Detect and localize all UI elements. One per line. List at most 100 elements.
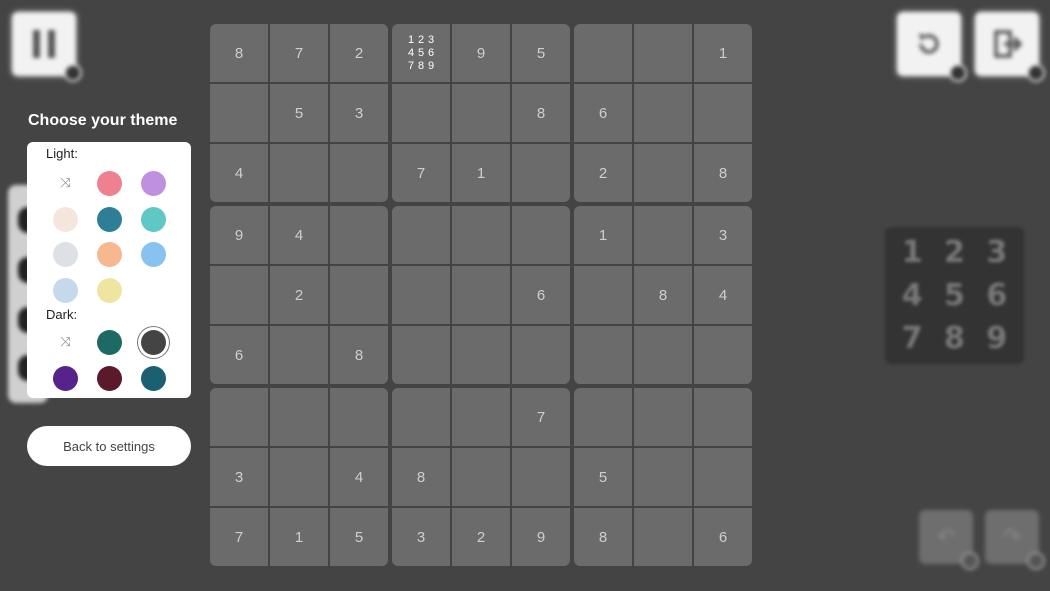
board-cell[interactable]: 7 bbox=[512, 388, 570, 446]
numpad-key[interactable]: 7 bbox=[891, 317, 933, 360]
board-cell[interactable] bbox=[330, 388, 388, 446]
board-cell[interactable] bbox=[452, 84, 510, 142]
theme-swatch-pastel-rainbow[interactable] bbox=[53, 277, 78, 303]
board-cell[interactable]: 6 bbox=[574, 84, 632, 142]
board-cell[interactable]: 5 bbox=[330, 508, 388, 566]
board-cell[interactable] bbox=[694, 84, 752, 142]
board-cell[interactable] bbox=[634, 24, 692, 82]
board-cell[interactable] bbox=[634, 326, 692, 384]
board-cell[interactable]: 3 bbox=[330, 84, 388, 142]
board-cell[interactable] bbox=[634, 508, 692, 566]
shuffle-icon[interactable]: ⤨ bbox=[53, 330, 78, 355]
restart-button[interactable] bbox=[897, 12, 967, 82]
pause-button[interactable] bbox=[12, 12, 82, 82]
board-cell[interactable] bbox=[452, 448, 510, 506]
theme-swatch-aqua[interactable] bbox=[141, 206, 166, 232]
board-cell[interactable]: 8 bbox=[574, 508, 632, 566]
board-cell[interactable]: 5 bbox=[270, 84, 328, 142]
board-cell[interactable] bbox=[392, 326, 450, 384]
board-cell[interactable]: 9 bbox=[512, 508, 570, 566]
board-cell[interactable]: 6 bbox=[694, 508, 752, 566]
board-cell[interactable] bbox=[512, 448, 570, 506]
numpad-key[interactable]: 9 bbox=[976, 317, 1018, 360]
board-cell[interactable]: 8 bbox=[330, 326, 388, 384]
board-cell[interactable]: 7 bbox=[210, 508, 268, 566]
board-cell[interactable]: 4 bbox=[210, 144, 268, 202]
board-cell[interactable] bbox=[210, 266, 268, 324]
board-cell[interactable] bbox=[694, 448, 752, 506]
board-cell[interactable]: 8 bbox=[694, 144, 752, 202]
theme-swatch-peach[interactable] bbox=[97, 242, 122, 267]
board-cell[interactable] bbox=[512, 144, 570, 202]
board-cell[interactable]: 7 bbox=[270, 24, 328, 82]
board-cell[interactable] bbox=[574, 388, 632, 446]
board-cell[interactable] bbox=[634, 448, 692, 506]
theme-swatch-purple[interactable] bbox=[53, 365, 78, 391]
board-cell[interactable] bbox=[452, 388, 510, 446]
board-cell[interactable] bbox=[452, 206, 510, 264]
board-cell[interactable]: 2 bbox=[330, 24, 388, 82]
board-cell[interactable] bbox=[210, 388, 268, 446]
undo-button[interactable]: ↶ bbox=[919, 510, 979, 570]
theme-swatch-lemon[interactable] bbox=[97, 277, 122, 303]
board-cell[interactable]: 8 bbox=[634, 266, 692, 324]
board-cell[interactable] bbox=[392, 206, 450, 264]
board-cell[interactable] bbox=[694, 388, 752, 446]
board-cell[interactable]: 1 bbox=[270, 508, 328, 566]
board-cell[interactable] bbox=[270, 326, 328, 384]
numpad-key[interactable]: 3 bbox=[976, 231, 1018, 274]
theme-swatch-petrol[interactable] bbox=[141, 365, 166, 391]
board-cell[interactable] bbox=[574, 326, 632, 384]
exit-button[interactable] bbox=[975, 12, 1045, 82]
board-cell[interactable]: 8 bbox=[392, 448, 450, 506]
board-cell[interactable]: 3 bbox=[210, 448, 268, 506]
board-cell[interactable]: 5 bbox=[574, 448, 632, 506]
theme-swatch-light-gray[interactable] bbox=[53, 242, 78, 267]
board-cell[interactable]: 2 bbox=[452, 508, 510, 566]
board-cell[interactable]: 7 bbox=[392, 144, 450, 202]
board-cell[interactable]: 123456789 bbox=[392, 24, 450, 82]
board-cell[interactable] bbox=[330, 206, 388, 264]
board-cell[interactable]: 6 bbox=[210, 326, 268, 384]
board-cell[interactable]: 8 bbox=[512, 84, 570, 142]
board-cell[interactable] bbox=[330, 266, 388, 324]
board-cell[interactable] bbox=[392, 266, 450, 324]
theme-swatch-maroon[interactable] bbox=[97, 365, 122, 391]
theme-swatch-sky[interactable] bbox=[141, 242, 166, 267]
board-cell[interactable] bbox=[330, 144, 388, 202]
theme-swatch-charcoal[interactable] bbox=[141, 330, 166, 355]
theme-swatch-pink[interactable] bbox=[97, 171, 122, 196]
board-cell[interactable]: 8 bbox=[210, 24, 268, 82]
board-cell[interactable] bbox=[270, 448, 328, 506]
board-cell[interactable]: 9 bbox=[210, 206, 268, 264]
board-cell[interactable]: 3 bbox=[392, 508, 450, 566]
board-cell[interactable] bbox=[574, 266, 632, 324]
board-cell[interactable]: 1 bbox=[452, 144, 510, 202]
board-cell[interactable]: 1 bbox=[694, 24, 752, 82]
board-cell[interactable]: 2 bbox=[574, 144, 632, 202]
board-cell[interactable] bbox=[452, 326, 510, 384]
board-cell[interactable] bbox=[452, 266, 510, 324]
board-cell[interactable] bbox=[210, 84, 268, 142]
board-cell[interactable] bbox=[634, 84, 692, 142]
numpad-key[interactable]: 5 bbox=[933, 274, 975, 317]
board-cell[interactable] bbox=[392, 84, 450, 142]
theme-swatch-cream[interactable] bbox=[53, 206, 78, 232]
board-cell[interactable]: 5 bbox=[512, 24, 570, 82]
numpad-key[interactable]: 1 bbox=[891, 231, 933, 274]
board-cell[interactable]: 6 bbox=[512, 266, 570, 324]
board-cell[interactable]: 4 bbox=[330, 448, 388, 506]
board-cell[interactable]: 4 bbox=[694, 266, 752, 324]
board-cell[interactable]: 3 bbox=[694, 206, 752, 264]
board-cell[interactable] bbox=[270, 144, 328, 202]
board-cell[interactable] bbox=[270, 388, 328, 446]
board-cell[interactable] bbox=[634, 206, 692, 264]
board-cell[interactable] bbox=[574, 24, 632, 82]
numpad-key[interactable]: 6 bbox=[976, 274, 1018, 317]
board-cell[interactable]: 4 bbox=[270, 206, 328, 264]
board-cell[interactable] bbox=[634, 144, 692, 202]
redo-button[interactable]: ↷ bbox=[985, 510, 1045, 570]
numpad-key[interactable]: 2 bbox=[933, 231, 975, 274]
board-cell[interactable]: 2 bbox=[270, 266, 328, 324]
board-cell[interactable] bbox=[634, 388, 692, 446]
